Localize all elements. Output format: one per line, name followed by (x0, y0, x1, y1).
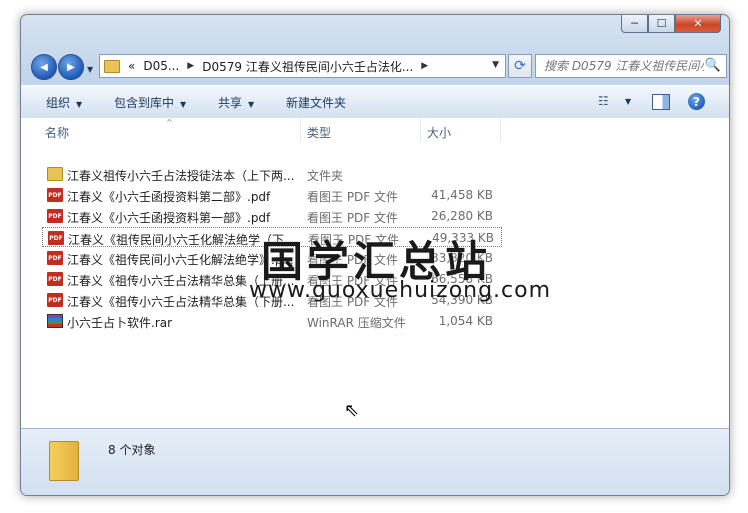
column-divider[interactable] (300, 118, 301, 142)
file-type: WinRAR 压缩文件 (307, 316, 406, 330)
column-divider[interactable] (500, 118, 501, 142)
search-box[interactable]: 🔍 (535, 54, 727, 78)
address-overflow[interactable]: « (128, 59, 135, 73)
details-pane: 8 个对象 (21, 428, 729, 495)
forward-button[interactable]: ▶ (58, 54, 84, 80)
file-name: 江春义祖传小六壬占法授徒法本（上下两... (67, 169, 295, 183)
mouse-cursor-icon: ⇖ (344, 400, 360, 421)
file-row[interactable]: PDF 江春义《小六壬函授资料第一部》.pdf 看图王 PDF 文件 26,28… (42, 206, 502, 226)
close-button[interactable]: ✕ (675, 15, 721, 33)
file-row[interactable]: PDF 江春义《小六壬函授资料第二部》.pdf 看图王 PDF 文件 41,45… (42, 185, 502, 205)
item-count: 8 个对象 (108, 443, 156, 457)
view-icon[interactable]: ☷ (598, 94, 609, 108)
folder-icon (104, 59, 120, 73)
navigation-bar: ◀ ▶ ▼ « D05... ▶ D0579 江春义祖传民间小六壬占法化... … (29, 51, 727, 80)
pdf-icon: PDF (48, 231, 64, 245)
organize-button[interactable]: 组织 ▼ (46, 94, 82, 111)
dropdown-arrow-icon: ▼ (180, 100, 187, 109)
pdf-icon: PDF (47, 251, 63, 265)
new-folder-button[interactable]: 新建文件夹 (286, 94, 346, 111)
column-type[interactable]: 类型 (307, 124, 331, 141)
file-size: 41,458 KB (431, 188, 493, 202)
explorer-window: ─ ☐ ✕ ◀ ▶ ▼ « D05... ▶ D0579 江春义祖传民间小六壬占… (20, 14, 730, 496)
file-type: 文件夹 (307, 169, 344, 183)
column-name[interactable]: 名称 (45, 124, 69, 141)
back-button[interactable]: ◀ (31, 54, 57, 80)
forward-arrow-icon: ▶ (67, 61, 75, 73)
file-size: 26,280 KB (431, 209, 493, 223)
search-input[interactable] (542, 58, 706, 74)
column-divider[interactable] (420, 118, 421, 142)
organize-label: 组织 (46, 96, 71, 110)
address-bar[interactable]: « D05... ▶ D0579 江春义祖传民间小六壬占法化... ▶ ▼ (99, 54, 506, 78)
refresh-button[interactable]: ⟳ (508, 54, 532, 78)
pdf-icon: PDF (47, 293, 63, 307)
caption-buttons: ─ ☐ ✕ (621, 15, 721, 33)
file-type: 看图王 PDF 文件 (307, 190, 399, 204)
file-size: 1,054 KB (438, 314, 493, 328)
breadcrumb-current[interactable]: D0579 江春义祖传民间小六壬占法化... (202, 58, 413, 75)
file-name: 江春义《小六壬函授资料第二部》.pdf (67, 190, 271, 204)
minimize-button[interactable]: ─ (621, 15, 648, 33)
pdf-icon: PDF (47, 209, 63, 223)
watermark-url: www.guoxuehuizong.com (249, 278, 552, 303)
folder-icon (49, 441, 79, 481)
preview-pane-icon[interactable] (652, 94, 670, 110)
share-label: 共享 (218, 96, 243, 110)
search-icon[interactable]: 🔍 (705, 58, 721, 73)
sort-caret-icon: ^ (166, 118, 173, 127)
column-header: ^ 名称 类型 大小 (21, 118, 729, 142)
breadcrumb-chevron-icon[interactable]: ▶ (421, 61, 428, 71)
file-name: 小六壬占卜软件.rar (67, 316, 173, 330)
view-dropdown-icon[interactable]: ▼ (625, 97, 631, 106)
command-bar: 组织 ▼ 包含到库中 ▼ 共享 ▼ 新建文件夹 ☷ ▼ ? (21, 85, 729, 119)
recent-pages-dropdown[interactable]: ▼ (87, 65, 93, 74)
file-row[interactable]: 小六壬占卜软件.rar WinRAR 压缩文件 1,054 KB (42, 311, 502, 331)
dropdown-arrow-icon: ▼ (76, 100, 83, 109)
folder-icon (47, 167, 63, 181)
breadcrumb-chevron-icon[interactable]: ▶ (187, 61, 194, 71)
share-button[interactable]: 共享 ▼ (218, 94, 254, 111)
pdf-icon: PDF (47, 272, 63, 286)
column-size[interactable]: 大小 (427, 124, 451, 141)
dropdown-arrow-icon: ▼ (248, 100, 255, 109)
file-list: ^ 名称 类型 大小 江春义祖传小六壬占法授徒法本（上下两... 文件夹 PDF… (21, 118, 729, 428)
file-row[interactable]: 江春义祖传小六壬占法授徒法本（上下两... 文件夹 (42, 164, 502, 184)
pdf-icon: PDF (47, 188, 63, 202)
include-library-label: 包含到库中 (114, 96, 175, 110)
help-icon[interactable]: ? (688, 93, 705, 110)
file-type: 看图王 PDF 文件 (307, 211, 399, 225)
maximize-button[interactable]: ☐ (648, 15, 675, 33)
rar-archive-icon (47, 314, 63, 328)
address-dropdown-icon[interactable]: ▼ (492, 60, 499, 70)
refresh-icon: ⟳ (514, 58, 526, 74)
breadcrumb-segment[interactable]: D05... (143, 59, 179, 73)
include-in-library-button[interactable]: 包含到库中 ▼ (114, 94, 186, 111)
back-arrow-icon: ◀ (40, 61, 48, 73)
file-name: 江春义《小六壬函授资料第一部》.pdf (67, 211, 271, 225)
